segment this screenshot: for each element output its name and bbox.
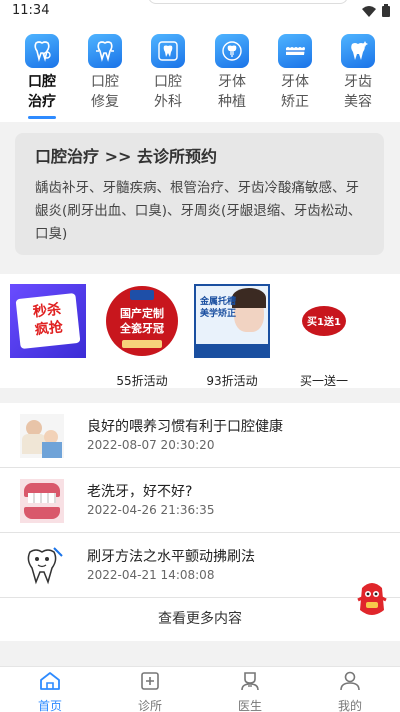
promo-banner-text: 金属托槽 美学矫正 <box>200 297 237 319</box>
tab-profile[interactable]: 我的 <box>325 671 375 712</box>
bottom-tab-bar: 首页 诊所 医生 我的 <box>0 666 400 712</box>
category-oral-repair[interactable]: 口腔 修复 <box>77 34 133 120</box>
list-item[interactable]: 良好的喂养习惯有利于口腔健康 2022-08-07 20:30:20 <box>0 403 400 468</box>
active-underline <box>28 116 56 119</box>
battery-icon <box>382 4 390 17</box>
promo-flash-sale[interactable]: 秒杀 疯抢 <box>10 284 86 384</box>
article-title: 良好的喂养习惯有利于口腔健康 <box>87 419 283 435</box>
category-label: 牙齿 美容 <box>344 74 372 110</box>
tooth-repair-icon <box>88 34 122 68</box>
promo-caption: 93折活动 <box>206 374 258 388</box>
tab-home[interactable]: 首页 <box>25 671 75 712</box>
article-title: 刷牙方法之水平颤动拂刷法 <box>87 549 255 565</box>
floating-mascot-icon[interactable] <box>354 578 390 622</box>
notch-pill <box>148 0 348 4</box>
article-date: 2022-04-26 21:36:35 <box>87 503 215 517</box>
info-card[interactable]: 口腔治疗 >> 去诊所预约 龋齿补牙、牙髓疾病、根管治疗、牙齿冷酸痛敏感、牙龈炎… <box>15 133 384 255</box>
tab-label: 诊所 <box>137 699 162 712</box>
promo-orthodontics[interactable]: 金属托槽 美学矫正 93折活动 <box>194 284 270 388</box>
tooth-sparkle-icon <box>341 34 375 68</box>
profile-icon <box>340 671 360 691</box>
category-label: 口腔 修复 <box>91 74 119 110</box>
wifi-icon <box>362 5 376 17</box>
category-bar: 口腔 治疗 口腔 修复 口腔 外科 牙体 种植 牙体 矫正 牙齿 美容 <box>0 22 400 122</box>
status-icons <box>362 4 390 17</box>
promo-banner-ceramic-crown: 国产定制 全瓷牙冠 <box>104 284 180 358</box>
article-thumbnail <box>20 414 64 458</box>
tab-doctor[interactable]: 医生 <box>225 671 275 712</box>
view-more-button[interactable]: 查看更多内容 <box>0 598 400 641</box>
status-time: 11:34 <box>12 3 50 18</box>
article-date: 2022-04-21 14:08:08 <box>87 568 215 582</box>
promo-banner-flash-sale: 秒杀 疯抢 <box>10 284 86 358</box>
tooth-braces-icon <box>278 34 312 68</box>
status-bar: 11:34 <box>0 0 400 22</box>
category-label: 口腔 治疗 <box>28 74 56 110</box>
tab-clinic[interactable]: 诊所 <box>125 671 175 712</box>
promo-banner-text: 国产定制 全瓷牙冠 <box>120 307 164 335</box>
tab-label: 首页 <box>37 699 62 712</box>
tooth-surgery-icon <box>151 34 185 68</box>
list-item[interactable]: 老洗牙，好不好? 2022-04-26 21:36:35 <box>0 468 400 533</box>
article-date: 2022-08-07 20:30:20 <box>87 438 215 452</box>
category-cosmetic[interactable]: 牙齿 美容 <box>330 34 386 120</box>
promo-caption: 55折活动 <box>116 374 168 388</box>
doctor-icon <box>241 672 259 691</box>
list-item[interactable]: 刷牙方法之水平颤动拂刷法 2022-04-21 14:08:08 <box>0 533 400 598</box>
promo-banner-text: 秒杀 疯抢 <box>32 301 64 339</box>
tab-label: 我的 <box>337 699 362 712</box>
article-title: 老洗牙，好不好? <box>87 484 193 500</box>
promo-strip: 秒杀 疯抢 国产定制 全瓷牙冠 55折活动 金属托槽 美学矫正 93折活动 买1… <box>0 274 400 388</box>
article-thumbnail <box>20 479 64 523</box>
category-implant[interactable]: 牙体 种植 <box>204 34 260 120</box>
category-label: 牙体 矫正 <box>281 74 309 110</box>
info-title[interactable]: 口腔治疗 >> 去诊所预约 <box>35 145 364 169</box>
info-description: 龋齿补牙、牙髓疾病、根管治疗、牙齿冷酸痛敏感、牙龈炎(刷牙出血、口臭)、牙周炎(… <box>35 180 362 242</box>
category-oral-treatment[interactable]: 口腔 治疗 <box>14 34 70 120</box>
promo-buy-one-get-one[interactable]: 买1送1 买一送一 <box>286 284 362 388</box>
article-list: 良好的喂养习惯有利于口腔健康 2022-08-07 20:30:20 老洗牙，好… <box>0 403 400 641</box>
promo-banner-buy-one-get-one: 买1送1 <box>286 284 362 358</box>
tooth-implant-icon <box>215 34 249 68</box>
tab-label: 医生 <box>237 699 262 712</box>
promo-banner-text: 买1送1 <box>307 317 341 328</box>
promo-caption: 买一送一 <box>299 374 348 388</box>
clinic-icon <box>141 672 159 690</box>
category-label: 牙体 种植 <box>218 74 246 110</box>
category-label: 口腔 外科 <box>154 74 182 110</box>
category-orthodontics[interactable]: 牙体 矫正 <box>267 34 323 120</box>
tooth-search-icon <box>25 34 59 68</box>
promo-ceramic-crown[interactable]: 国产定制 全瓷牙冠 55折活动 <box>104 284 180 388</box>
category-oral-surgery[interactable]: 口腔 外科 <box>140 34 196 120</box>
home-icon <box>40 672 60 690</box>
article-thumbnail <box>20 544 64 588</box>
promo-banner-orthodontics: 金属托槽 美学矫正 <box>194 284 270 358</box>
